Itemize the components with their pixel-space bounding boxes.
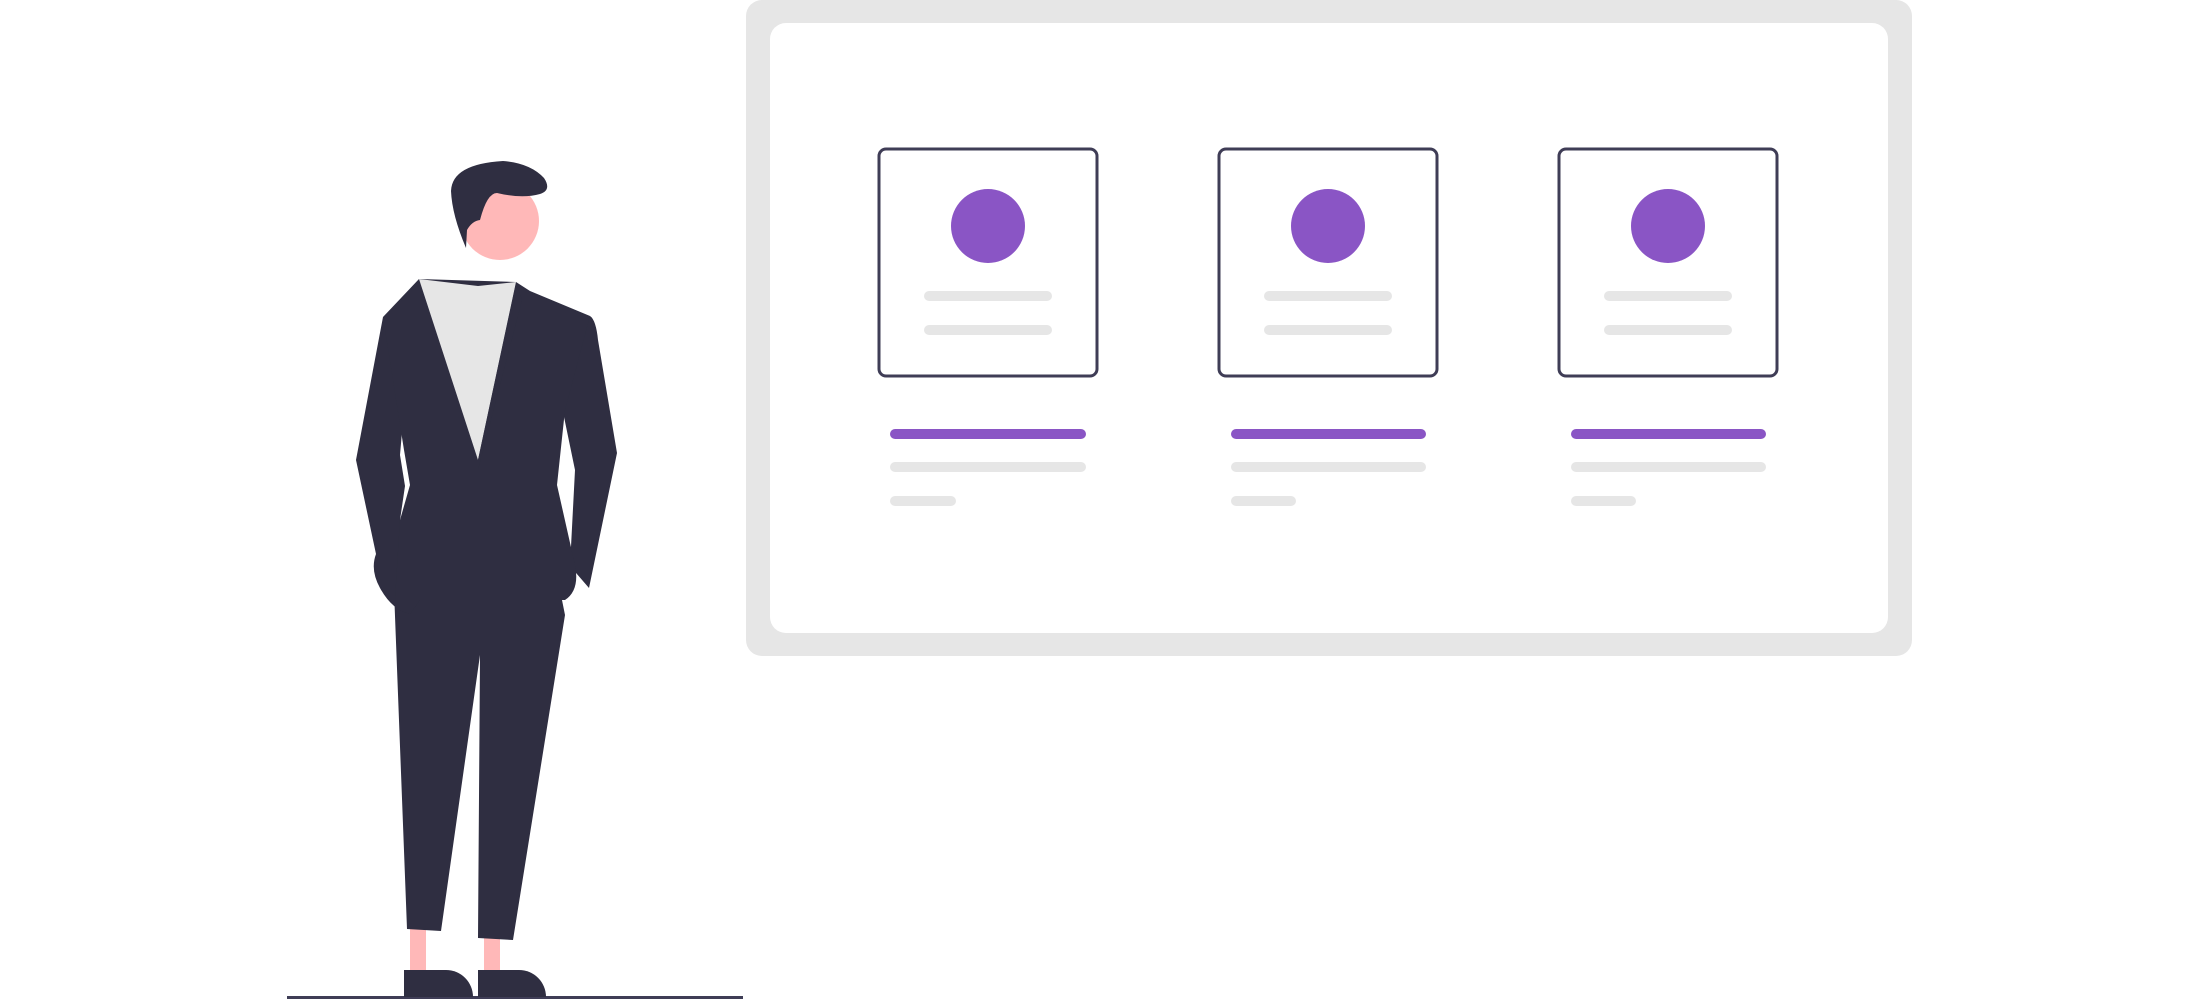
avatar-icon (1631, 189, 1705, 263)
illustration-scene (287, 0, 1912, 999)
left-shoe (404, 970, 473, 997)
right-shoe (478, 970, 546, 997)
avatar-icon (1291, 189, 1365, 263)
avatar-icon (951, 189, 1025, 263)
person-illustration (356, 161, 617, 997)
left-ankle (410, 925, 426, 973)
trousers (394, 590, 565, 940)
